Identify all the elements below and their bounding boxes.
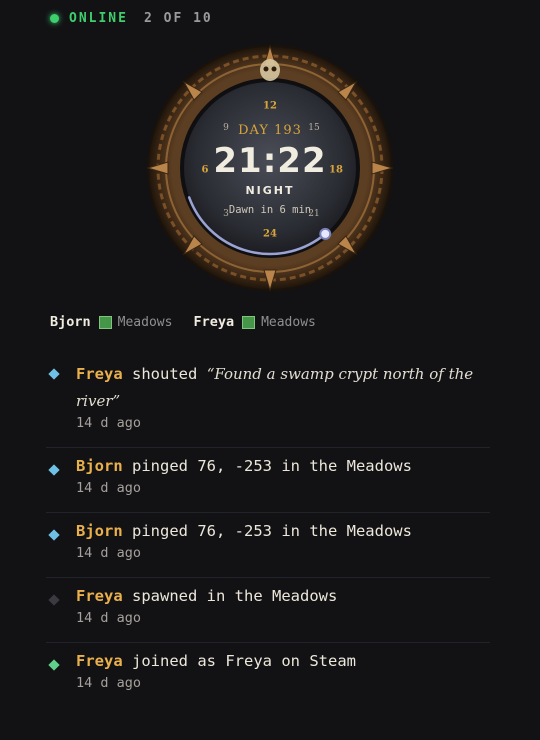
feed-item: Bjorn pinged 76, -253 in the Meadows 14 …: [46, 448, 490, 513]
player-biome: Meadows: [117, 314, 173, 330]
feed-action: spawned in the Meadows: [132, 587, 338, 605]
status-label: ONLINE: [69, 11, 128, 26]
online-dot-icon: [50, 14, 59, 23]
player-list: Bjorn Meadows Freya Meadows: [50, 314, 337, 330]
feed-player[interactable]: Bjorn: [76, 457, 123, 475]
feed-player[interactable]: Freya: [76, 587, 123, 605]
player-name[interactable]: Freya: [193, 314, 234, 330]
player-name[interactable]: Bjorn: [50, 314, 91, 330]
feed-time: 14 d ago: [76, 610, 142, 626]
player-count: 2 OF 10: [143, 11, 213, 26]
info-diamond-icon: [48, 529, 60, 541]
feed-player[interactable]: Bjorn: [76, 522, 123, 540]
day-phase: NIGHT: [245, 184, 295, 197]
feed-item: Freya spawned in the Meadows 14 d ago: [46, 578, 490, 643]
hour-label-24: 24: [263, 228, 277, 240]
biome-swatch-icon: [242, 315, 256, 329]
feed-player[interactable]: Freya: [76, 365, 123, 383]
biome-swatch-icon: [98, 315, 112, 329]
activity-feed: Freya shouted “Found a swamp crypt north…: [46, 352, 490, 707]
dawn-countdown: Dawn in 6 min: [228, 204, 312, 216]
feed-player[interactable]: Freya: [76, 652, 123, 670]
hour-label-12: 12: [263, 100, 277, 112]
feed-time: 14 d ago: [76, 415, 142, 431]
feed-action: pinged 76, -253 in the Meadows: [132, 457, 412, 475]
join-diamond-icon: [48, 659, 60, 671]
game-time: 21:22: [213, 141, 327, 181]
feed-action: shouted: [132, 365, 198, 383]
feed-time: 14 d ago: [76, 675, 142, 691]
feed-time: 14 d ago: [76, 545, 142, 561]
info-diamond-icon: [48, 464, 60, 476]
server-status: ONLINE 2 OF 10: [50, 11, 213, 26]
day-night-clock: 12 6 18 24 9 15 21 3 DAY 193 21:22 NIGHT…: [146, 44, 394, 292]
muted-diamond-icon: [48, 594, 60, 606]
feed-item: Freya shouted “Found a swamp crypt north…: [46, 352, 490, 448]
day-counter: DAY 193: [238, 123, 302, 138]
feed-time: 14 d ago: [76, 480, 142, 496]
player-biome: Meadows: [261, 314, 316, 330]
feed-item: Bjorn pinged 76, -253 in the Meadows 14 …: [46, 513, 490, 578]
feed-action: joined as Freya on Steam: [132, 652, 356, 670]
feed-action: pinged 76, -253 in the Meadows: [132, 522, 412, 540]
info-diamond-icon: [48, 368, 60, 380]
feed-item: Freya joined as Freya on Steam 14 d ago: [46, 643, 490, 707]
